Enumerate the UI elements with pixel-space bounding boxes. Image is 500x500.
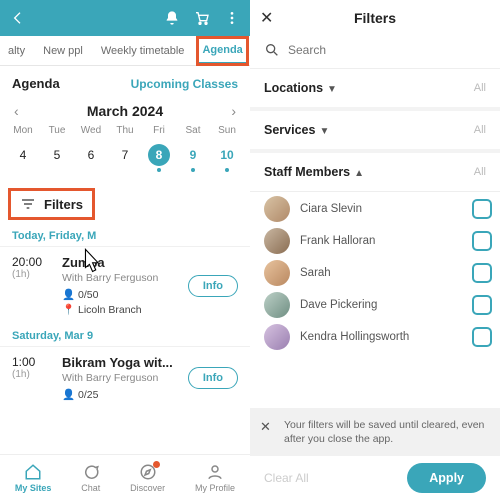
avatar — [264, 228, 290, 254]
compass-icon — [139, 463, 157, 481]
search-icon — [264, 42, 280, 58]
filters-title: Filters — [354, 10, 396, 26]
avatar — [264, 292, 290, 318]
class-name: Bikram Yoga wit... — [62, 355, 178, 370]
info-button[interactable]: Info — [188, 367, 238, 389]
tab-loyalty[interactable]: alty — [4, 39, 29, 63]
day-4[interactable]: 4 — [6, 140, 40, 176]
filters-toast: ✕ Your filters will be saved until clear… — [250, 408, 500, 456]
sat-label: Saturday, Mar 9 — [0, 326, 250, 346]
staff-row[interactable]: Frank Halloran — [264, 228, 492, 254]
class-item-zumba[interactable]: 20:00(1h) Zumba With Barry Ferguson 👤 0/… — [0, 246, 250, 326]
staff-row[interactable]: Sarah — [264, 260, 492, 286]
day-5[interactable]: 5 — [40, 140, 74, 176]
class-name: Zumba — [62, 255, 178, 270]
nav-profile[interactable]: My Profile — [195, 463, 235, 493]
bell-icon[interactable] — [164, 10, 180, 26]
bottom-nav: My Sites Chat Discover My Profile — [0, 454, 250, 500]
filter-staff[interactable]: Staff Members▲ All — [250, 153, 500, 192]
pin-icon: 📍 — [62, 304, 75, 316]
filter-locations[interactable]: Locations▼ All — [250, 69, 500, 111]
filter-icon — [20, 196, 36, 212]
class-item-bikram[interactable]: 1:00(1h) Bikram Yoga wit... With Barry F… — [0, 346, 250, 411]
app-topbar — [0, 0, 250, 36]
day-6[interactable]: 6 — [74, 140, 108, 176]
search-input[interactable] — [288, 43, 486, 57]
apply-button[interactable]: Apply — [407, 463, 486, 493]
chevron-down-icon: ▼ — [319, 126, 329, 137]
tab-new-ppl[interactable]: New ppl — [39, 39, 87, 63]
weekday-row: MonTueWedThuFriSatSun — [0, 125, 250, 136]
staff-row[interactable]: Dave Pickering — [264, 292, 492, 318]
prev-month[interactable]: ‹ — [14, 103, 19, 119]
checkbox[interactable] — [472, 327, 492, 347]
checkbox[interactable] — [472, 231, 492, 251]
day-9[interactable]: 9 — [176, 140, 210, 176]
close-icon[interactable]: ✕ — [260, 8, 273, 28]
tab-weekly[interactable]: Weekly timetable — [97, 39, 189, 63]
page-title: Agenda — [12, 76, 60, 91]
class-instructor: With Barry Ferguson — [62, 372, 178, 384]
clear-all-button[interactable]: Clear All — [264, 471, 309, 485]
month-label: March 2024 — [87, 103, 163, 119]
profile-icon — [206, 463, 224, 481]
staff-row[interactable]: Kendra Hollingsworth — [264, 324, 492, 350]
chevron-down-icon: ▼ — [327, 84, 337, 95]
upcoming-link[interactable]: Upcoming Classes — [131, 77, 238, 91]
avatar — [264, 324, 290, 350]
day-8[interactable]: 8 — [142, 140, 176, 176]
nav-my-sites[interactable]: My Sites — [15, 463, 52, 493]
home-icon — [24, 463, 42, 481]
back-icon[interactable] — [10, 10, 26, 26]
person-icon: 👤 — [62, 389, 75, 401]
tab-agenda[interactable]: Agenda — [198, 38, 246, 64]
filter-services[interactable]: Services▼ All — [250, 111, 500, 153]
info-button[interactable]: Info — [188, 275, 238, 297]
filters-button[interactable]: Filters — [10, 190, 93, 218]
chat-icon — [82, 463, 100, 481]
staff-list: Ciara Slevin Frank Halloran Sarah Dave P… — [250, 192, 500, 350]
day-7[interactable]: 7 — [108, 140, 142, 176]
next-month[interactable]: › — [231, 103, 236, 119]
checkbox[interactable] — [472, 295, 492, 315]
close-icon[interactable]: ✕ — [260, 418, 271, 436]
staff-row[interactable]: Ciara Slevin — [264, 196, 492, 222]
top-tabs: alty New ppl Weekly timetable Agenda — [0, 36, 250, 66]
avatar — [264, 196, 290, 222]
kebab-icon[interactable] — [224, 10, 240, 26]
nav-chat[interactable]: Chat — [81, 463, 100, 493]
cart-icon[interactable] — [194, 10, 210, 26]
today-label: Today, Friday, M — [0, 226, 250, 246]
avatar — [264, 260, 290, 286]
chevron-up-icon: ▲ — [354, 168, 364, 179]
date-row: 4 5 6 7 8 9 10 — [0, 136, 250, 186]
checkbox[interactable] — [472, 199, 492, 219]
class-instructor: With Barry Ferguson — [62, 272, 178, 284]
nav-discover[interactable]: Discover — [130, 463, 165, 493]
person-icon: 👤 — [62, 289, 75, 301]
search-row[interactable] — [250, 36, 500, 69]
checkbox[interactable] — [472, 263, 492, 283]
filters-label: Filters — [44, 197, 83, 212]
day-10[interactable]: 10 — [210, 140, 244, 176]
